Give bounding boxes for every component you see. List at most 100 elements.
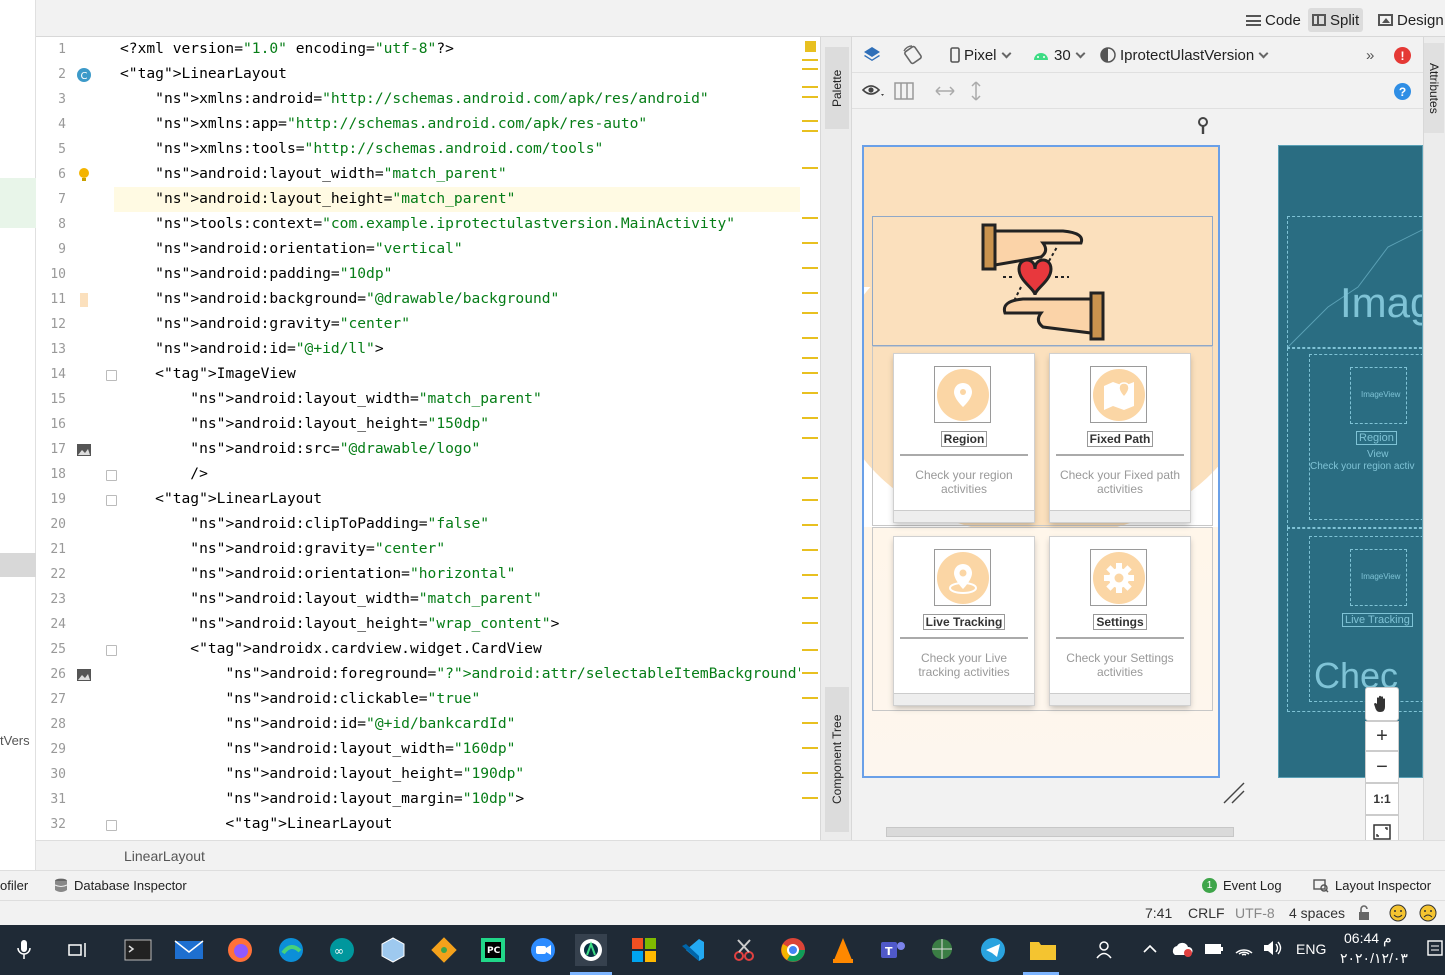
breadcrumb[interactable]: LinearLayout <box>36 840 1445 870</box>
code-line[interactable]: "ns">android:layout_width="match_parent" <box>120 165 506 182</box>
resize-vertical-button[interactable] <box>970 81 982 101</box>
stripe-mark[interactable] <box>802 130 818 132</box>
stripe-mark[interactable] <box>802 96 818 98</box>
stripe-mark[interactable] <box>802 120 818 122</box>
logo-imageview[interactable] <box>872 216 1213 346</box>
stripe-mark[interactable] <box>802 392 818 394</box>
stripe-mark[interactable] <box>802 337 818 339</box>
stripe-mark[interactable] <box>802 86 818 88</box>
code-line[interactable]: <"tag">LinearLayout <box>120 815 392 832</box>
mail-app-icon[interactable] <box>173 934 205 966</box>
stripe-mark[interactable] <box>802 649 818 651</box>
stripe-mark[interactable] <box>802 292 818 294</box>
battery-icon[interactable] <box>1204 943 1224 955</box>
fold-marker-icon[interactable] <box>106 470 117 481</box>
database-inspector-tab[interactable]: Database Inspector <box>54 878 187 893</box>
zoom-in-button[interactable]: + <box>1365 721 1399 751</box>
stripe-mark[interactable] <box>802 417 818 419</box>
code-line[interactable]: <"tag">LinearLayout <box>120 490 322 507</box>
split-mode-button[interactable]: Split <box>1308 8 1364 32</box>
zoom-app-icon[interactable] <box>527 934 559 966</box>
clock-date[interactable]: ٢٠٢٠/١٢/٠٣ <box>1340 950 1408 967</box>
wrench-pin-icon[interactable] <box>1197 117 1209 135</box>
code-line[interactable]: "ns">xmlns:tools="http://schemas.android… <box>120 140 603 157</box>
wifi-icon[interactable] <box>1234 939 1254 957</box>
code-line[interactable]: "ns">android:orientation="horizontal" <box>120 565 515 582</box>
stripe-mark[interactable] <box>802 68 818 70</box>
stripe-mark[interactable] <box>802 549 818 551</box>
terminal-app-icon[interactable] <box>122 934 154 966</box>
code-line[interactable]: <"tag">ImageView <box>120 365 296 382</box>
fold-marker-icon[interactable] <box>106 645 117 656</box>
stripe-mark[interactable] <box>802 797 818 799</box>
code-line[interactable]: "ns">xmlns:android="http://schemas.andro… <box>120 90 709 107</box>
resize-horizontal-button[interactable] <box>934 81 956 101</box>
stripe-mark[interactable] <box>802 524 818 526</box>
fold-marker-icon[interactable] <box>106 370 117 381</box>
android-studio-icon[interactable] <box>575 934 607 966</box>
pan-button[interactable] <box>1365 687 1399 721</box>
palette-tab[interactable]: Palette <box>825 47 849 129</box>
stripe-mark[interactable] <box>802 372 818 374</box>
api-level-selector[interactable]: 30 <box>1032 45 1086 65</box>
code-line[interactable]: "ns">android:layout_width="160dp" <box>120 740 515 757</box>
help-icon[interactable]: ? <box>1394 83 1411 100</box>
code-line[interactable]: "ns">android:layout_height="match_parent… <box>120 190 515 207</box>
stripe-mark[interactable] <box>802 622 818 624</box>
file-explorer-icon[interactable] <box>1027 934 1059 966</box>
stripe-mark[interactable] <box>802 477 818 479</box>
code-line[interactable]: "ns">android:gravity="center" <box>120 315 410 332</box>
stripe-mark[interactable] <box>802 499 818 501</box>
code-line[interactable]: "ns">android:layout_height="190dp" <box>120 765 524 782</box>
stripe-mark[interactable] <box>802 722 818 724</box>
git-app-icon[interactable] <box>428 934 460 966</box>
stripe-mark[interactable] <box>802 772 818 774</box>
image-preview-icon[interactable] <box>76 442 92 458</box>
project-selected-row[interactable] <box>0 553 36 577</box>
code-line[interactable]: /> <box>120 465 208 482</box>
settings-card[interactable]: Settings Check your Settings activities <box>1050 537 1190 705</box>
layout-inspector-tab[interactable]: Layout Inspector <box>1313 878 1431 893</box>
code-line[interactable]: "ns">android:id="@+id/bankcardId" <box>120 715 515 732</box>
code-line[interactable]: "ns">android:background="@drawable/backg… <box>120 290 559 307</box>
horizontal-scrollbar[interactable] <box>886 827 1234 837</box>
zoom-actual-size-button[interactable]: 1:1 <box>1365 783 1399 815</box>
code-line[interactable]: "ns">android:src="@drawable/logo" <box>120 440 480 457</box>
fold-marker-icon[interactable] <box>106 820 117 831</box>
code-line[interactable]: "ns">android:layout_height="wrap_content… <box>120 615 559 632</box>
code-line[interactable]: "ns">android:layout_width="match_parent" <box>120 390 541 407</box>
stripe-mark[interactable] <box>802 437 818 439</box>
stripe-mark[interactable] <box>802 267 818 269</box>
sad-face-icon[interactable] <box>1419 904 1437 922</box>
code-line[interactable]: <"tag">LinearLayout <box>120 65 287 82</box>
code-line[interactable]: "ns">android:padding="10dp" <box>120 265 392 282</box>
code-line[interactable]: "ns">android:foreground="?">android:attr… <box>120 665 805 682</box>
phone-preview[interactable]: Region Check your region activities Fixe… <box>862 145 1220 778</box>
view-options-button[interactable] <box>862 81 886 101</box>
more-actions-button[interactable]: » <box>1366 45 1374 65</box>
indent-setting[interactable]: 4 spaces <box>1289 905 1345 921</box>
stripe-mark[interactable] <box>802 242 818 244</box>
code-line[interactable]: "ns">android:layout_height="150dp" <box>120 415 489 432</box>
code-line[interactable]: "ns">android:layout_width="match_parent" <box>120 590 541 607</box>
stripe-mark[interactable] <box>802 672 818 674</box>
office-app-icon[interactable] <box>628 934 660 966</box>
pycharm-icon[interactable]: PC <box>477 934 509 966</box>
image-preview-icon[interactable] <box>76 667 92 683</box>
layers-button[interactable] <box>862 45 882 65</box>
zoom-out-button[interactable]: − <box>1365 751 1399 783</box>
lightbulb-icon[interactable] <box>76 167 92 183</box>
stripe-mark[interactable] <box>802 597 818 599</box>
stripe-mark[interactable] <box>802 357 818 359</box>
color-swatch-icon[interactable] <box>76 292 92 308</box>
code-line[interactable]: "ns">android:layout_margin="10dp"> <box>120 790 524 807</box>
resize-handle-icon[interactable] <box>1222 781 1246 805</box>
firefox-icon[interactable] <box>224 934 256 966</box>
orientation-button[interactable] <box>902 45 924 65</box>
chrome-icon[interactable] <box>777 934 809 966</box>
vscode-icon[interactable] <box>677 934 709 966</box>
clock-time[interactable]: 06:44 م <box>1344 930 1392 947</box>
caret-position[interactable]: 7:41 <box>1145 905 1172 921</box>
layout-design-pane[interactable]: Pixel 30 IprotectUlastVersion » ! ? Regi… <box>852 37 1423 849</box>
chevron-up-icon[interactable] <box>1142 944 1158 954</box>
